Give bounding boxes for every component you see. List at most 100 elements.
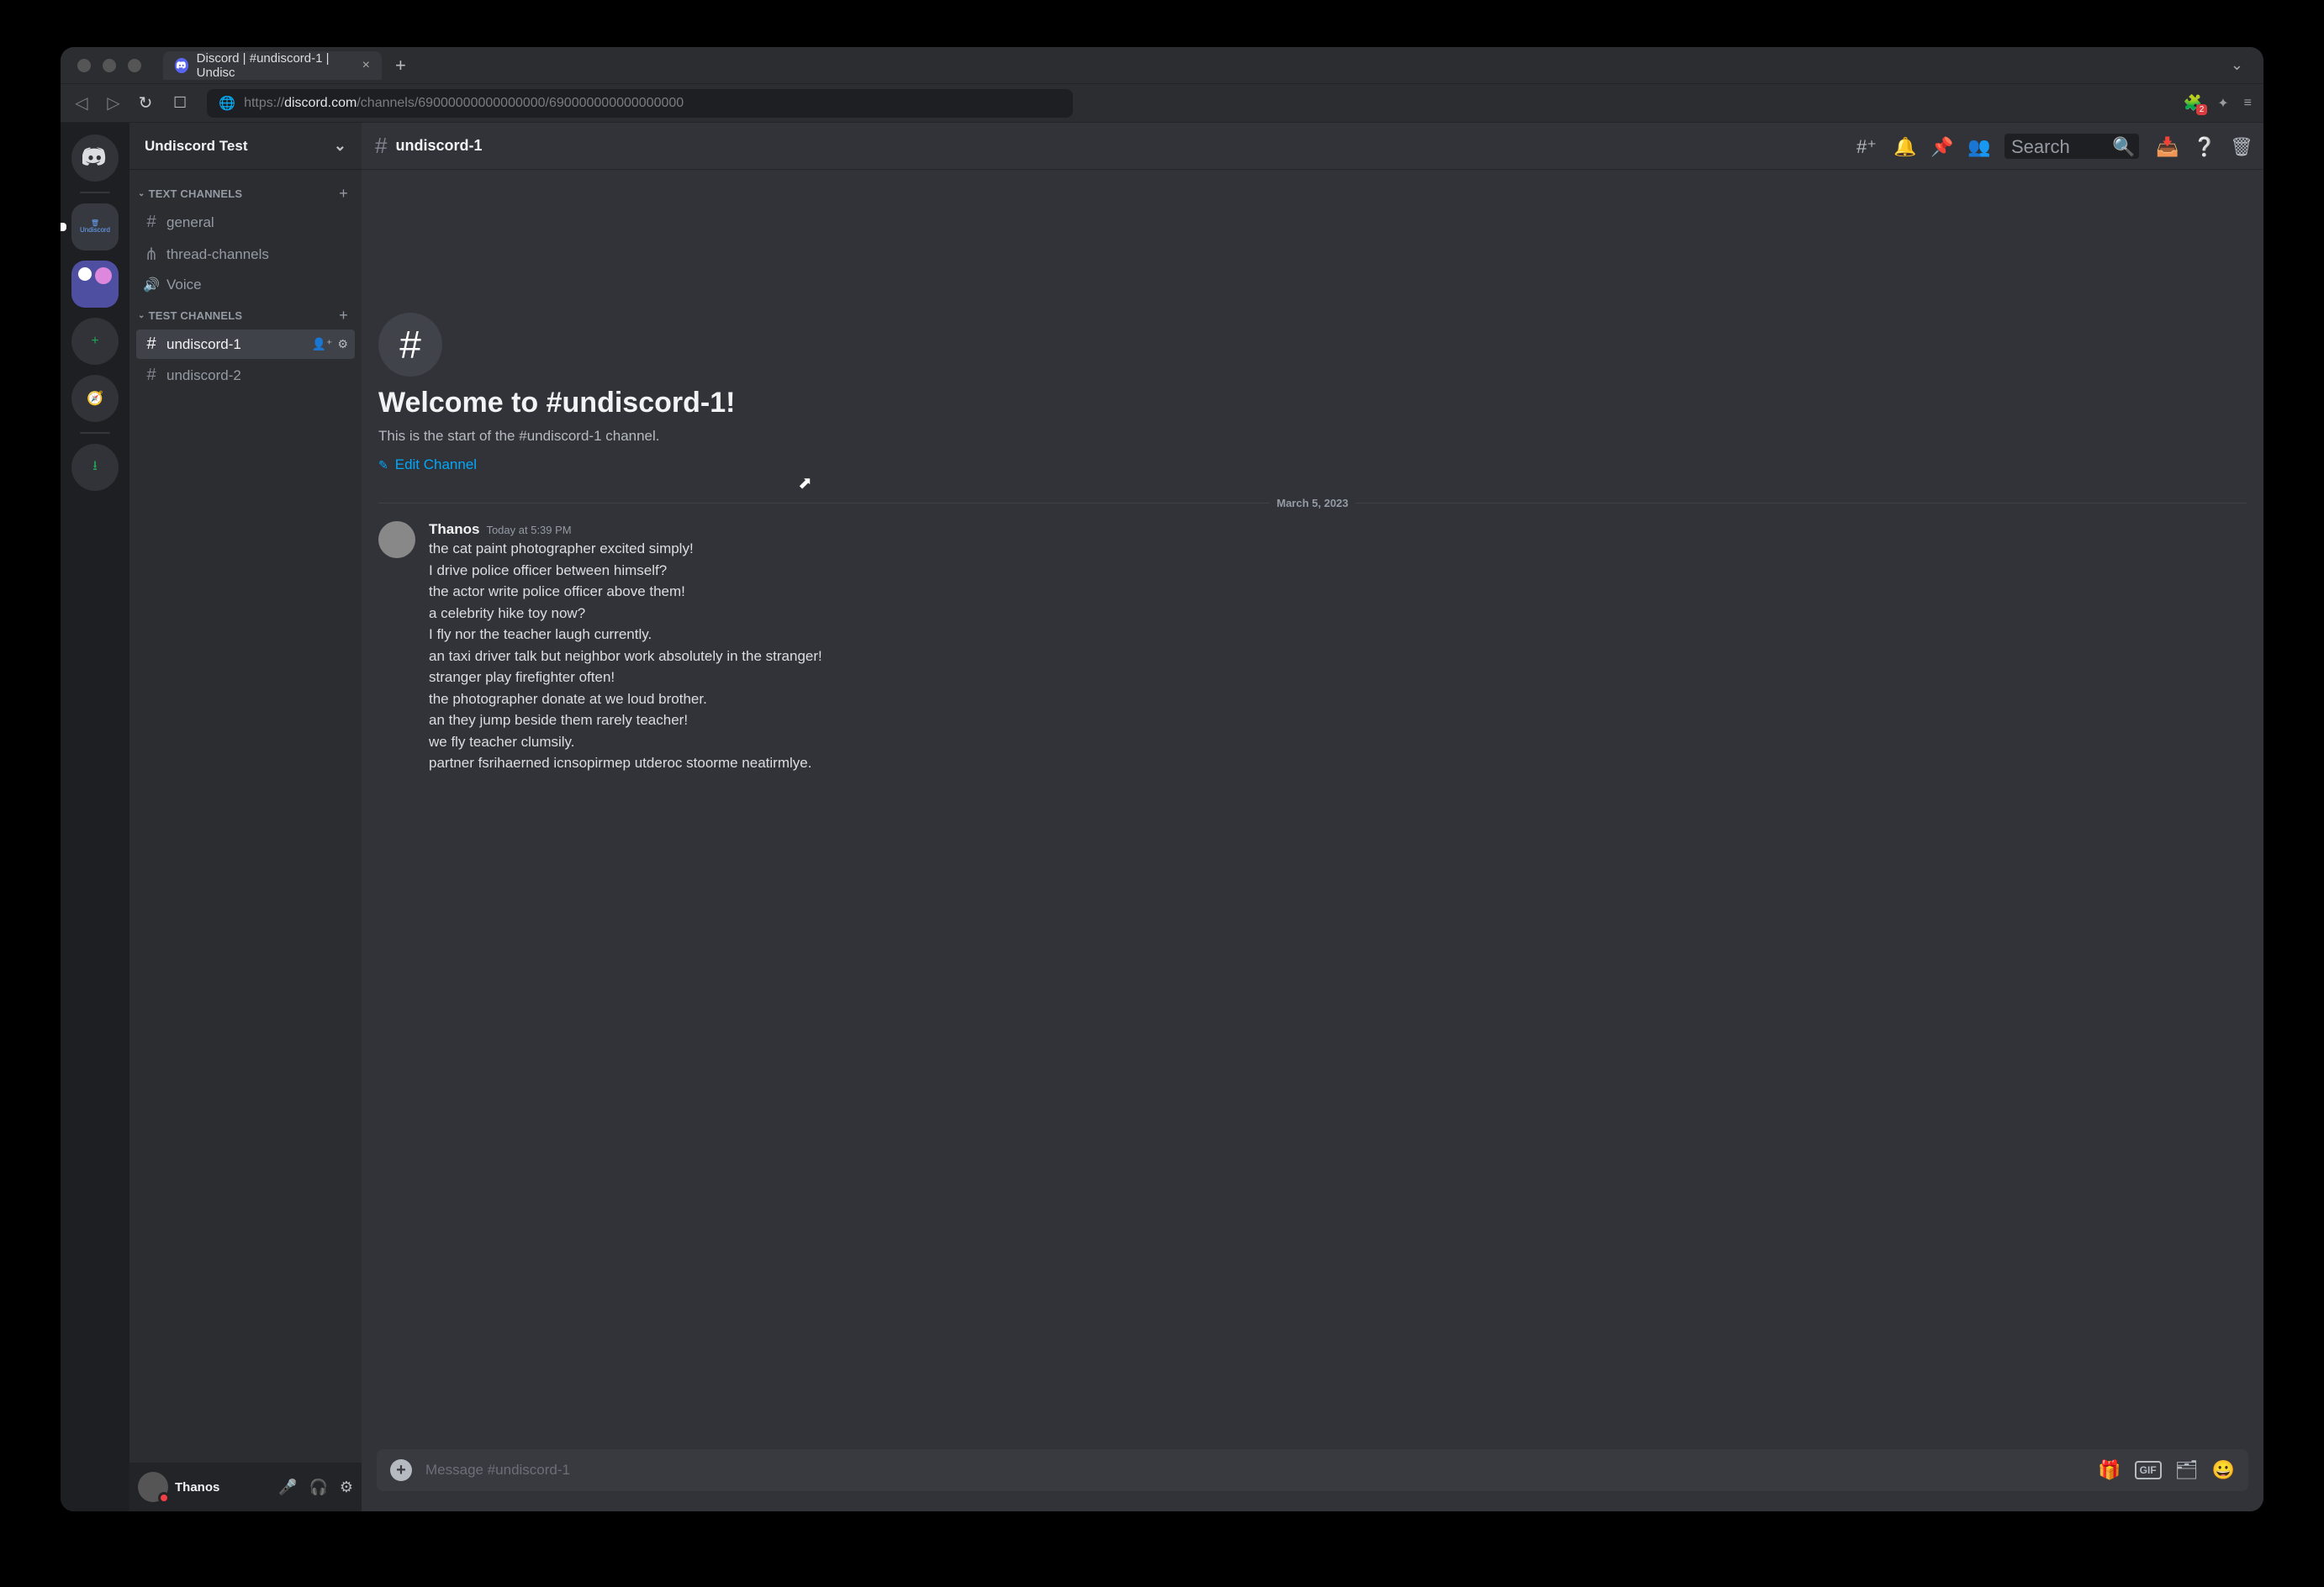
- header-toolbar: #⁺ 🔔 📌 👥 Search 🔍 📥 ❔ 🗑: [1857, 134, 2250, 159]
- message-text-field[interactable]: [425, 1462, 2084, 1479]
- maximize-window-button[interactable]: [128, 59, 141, 72]
- message-input-area: + 🎁 GIF 🗂 😀: [362, 1449, 2263, 1511]
- message-list[interactable]: # Welcome to #undiscord-1! This is the s…: [362, 170, 2263, 1449]
- welcome-hash-icon: #: [378, 313, 442, 377]
- create-channel-button[interactable]: +: [339, 307, 348, 324]
- server-undiscord[interactable]: 🗑Undiscord: [71, 203, 119, 250]
- mute-button[interactable]: 🎤: [278, 1479, 297, 1496]
- channel-voice[interactable]: 🔊 Voice: [136, 272, 355, 298]
- tab-favicon-icon: [175, 58, 188, 73]
- message-timestamp: Today at 5:39 PM: [486, 524, 571, 536]
- tabs-overflow-button[interactable]: ⌄: [2231, 56, 2257, 74]
- message-line: partner fsrihaerned icnsopirmep utderoc …: [429, 752, 2247, 774]
- sticker-button[interactable]: 🗂: [2175, 1459, 2199, 1481]
- settings-icon[interactable]: ⚙: [337, 337, 348, 351]
- search-icon: 🔍: [2112, 136, 2132, 156]
- message-line: the photographer donate at we loud broth…: [429, 688, 2247, 710]
- discord-app: 🗑Undiscord + 🧭 ⭳ Undiscord Test ⌄ ⌄ TEXT…: [61, 123, 2263, 1511]
- emoji-button[interactable]: 😀: [2212, 1459, 2235, 1481]
- status-dnd-icon: [158, 1492, 170, 1504]
- new-tab-button[interactable]: +: [382, 55, 420, 76]
- app-window: Discord | #undiscord-1 | Undisc × + ⌄ ◁ …: [61, 47, 2263, 1511]
- close-tab-button[interactable]: ×: [362, 58, 370, 73]
- invite-icon[interactable]: 👤⁺: [312, 337, 333, 351]
- user-name[interactable]: Thanos: [175, 1480, 219, 1495]
- extension-button[interactable]: 🧩2: [2184, 94, 2202, 112]
- deafen-button[interactable]: 🎧: [309, 1479, 327, 1496]
- channel-welcome: # Welcome to #undiscord-1! This is the s…: [378, 170, 2247, 482]
- edit-channel-button[interactable]: ✎ Edit Channel: [378, 456, 2247, 473]
- message-line: we fly teacher clumsily.: [429, 731, 2247, 753]
- browser-menu-button[interactable]: ≡: [2244, 96, 2252, 111]
- category-text-channels[interactable]: ⌄ TEXT CHANNELS +: [129, 178, 362, 206]
- download-apps-button[interactable]: ⭳: [71, 444, 119, 491]
- server-list: 🗑Undiscord + 🧭 ⭳: [61, 123, 129, 1511]
- explore-servers-button[interactable]: 🧭: [71, 375, 119, 422]
- close-window-button[interactable]: [77, 59, 91, 72]
- message-line: an they jump beside them rarely teacher!: [429, 709, 2247, 731]
- browser-tab[interactable]: Discord | #undiscord-1 | Undisc ×: [163, 51, 382, 80]
- back-button[interactable]: ◁: [72, 92, 91, 113]
- message-line: the cat paint photographer excited simpl…: [429, 538, 2247, 560]
- channel-title: undiscord-1: [395, 137, 482, 155]
- extensions-menu-icon[interactable]: ✦: [2217, 95, 2228, 112]
- message-author[interactable]: Thanos: [429, 521, 479, 538]
- channel-general[interactable]: # general: [136, 208, 355, 237]
- message-input[interactable]: + 🎁 GIF 🗂 😀: [377, 1449, 2248, 1491]
- channel-thread-channels[interactable]: ⋔ thread-channels: [136, 239, 355, 270]
- category-test-channels[interactable]: ⌄ TEST CHANNELS +: [129, 300, 362, 328]
- create-channel-button[interactable]: +: [339, 185, 348, 203]
- hash-icon: #: [143, 213, 160, 232]
- browser-toolbar: ◁ ▷ ↻ ☐ 🌐 https://discord.com/channels/6…: [61, 84, 2263, 123]
- welcome-title: Welcome to #undiscord-1!: [378, 387, 2247, 419]
- message[interactable]: Thanos Today at 5:39 PM the cat paint ph…: [378, 514, 2247, 781]
- browser-titlebar: Discord | #undiscord-1 | Undisc × + ⌄: [61, 47, 2263, 84]
- attach-button[interactable]: +: [390, 1459, 412, 1481]
- threads-button[interactable]: #⁺: [1857, 136, 1877, 156]
- message-avatar[interactable]: [378, 521, 415, 558]
- user-settings-button[interactable]: ⚙: [340, 1479, 353, 1496]
- gif-button[interactable]: GIF: [2135, 1461, 2162, 1479]
- speaker-icon: 🔊: [143, 277, 160, 293]
- channel-list: ⌄ TEXT CHANNELS + # general ⋔ thread-cha…: [129, 170, 362, 1463]
- collapse-icon: ⌄: [138, 311, 145, 320]
- channel-undiscord-2[interactable]: # undiscord-2: [136, 361, 355, 390]
- help-button[interactable]: ❔: [2193, 136, 2213, 156]
- extension-badge: 2: [2196, 104, 2208, 115]
- message-line: I fly nor the teacher laugh currently.: [429, 624, 2247, 646]
- message-line: an taxi driver talk but neighbor work ab…: [429, 646, 2247, 667]
- minimize-window-button[interactable]: [103, 59, 116, 72]
- inbox-button[interactable]: 📥: [2156, 136, 2176, 156]
- members-button[interactable]: 👥: [1967, 136, 1988, 156]
- date-divider: March 5, 2023: [378, 497, 2247, 509]
- delete-button[interactable]: 🗑: [2230, 136, 2250, 156]
- address-bar[interactable]: 🌐 https://discord.com/channels/690000000…: [207, 89, 1073, 118]
- toolbar-actions: 🧩2 ✦ ≡: [2184, 94, 2252, 112]
- message-line: stranger play firefighter often!: [429, 667, 2247, 688]
- pinned-button[interactable]: 📌: [1931, 136, 1951, 156]
- server-header[interactable]: Undiscord Test ⌄: [129, 123, 362, 170]
- tab-title: Discord | #undiscord-1 | Undisc: [197, 51, 349, 80]
- home-button[interactable]: [71, 134, 119, 182]
- forward-button[interactable]: ▷: [104, 92, 123, 113]
- search-input[interactable]: Search 🔍: [2004, 134, 2139, 159]
- bookmark-button[interactable]: ☐: [173, 94, 187, 112]
- reload-button[interactable]: ↻: [136, 92, 155, 113]
- message-line: the actor write police officer above the…: [429, 581, 2247, 603]
- hash-icon: #: [143, 335, 160, 354]
- window-controls: [67, 59, 151, 72]
- channel-sidebar: Undiscord Test ⌄ ⌄ TEXT CHANNELS + # gen…: [129, 123, 362, 1511]
- user-avatar[interactable]: [138, 1472, 168, 1502]
- channel-undiscord-1[interactable]: # undiscord-1 👤⁺ ⚙: [136, 330, 355, 359]
- hash-icon: #: [375, 133, 387, 159]
- server-other[interactable]: [71, 261, 119, 308]
- channel-header: # undiscord-1 #⁺ 🔔 📌 👥 Search 🔍 📥 ❔ 🗑: [362, 123, 2263, 170]
- notifications-button[interactable]: 🔔: [1894, 136, 1914, 156]
- url-text: https://discord.com/channels/69000000000…: [244, 96, 684, 111]
- gift-button[interactable]: 🎁: [2098, 1459, 2121, 1481]
- collapse-icon: ⌄: [138, 189, 145, 198]
- user-panel: Thanos 🎤 🎧 ⚙: [129, 1463, 362, 1511]
- pencil-icon: ✎: [378, 458, 388, 472]
- message-content: the cat paint photographer excited simpl…: [429, 538, 2247, 774]
- add-server-button[interactable]: +: [71, 318, 119, 365]
